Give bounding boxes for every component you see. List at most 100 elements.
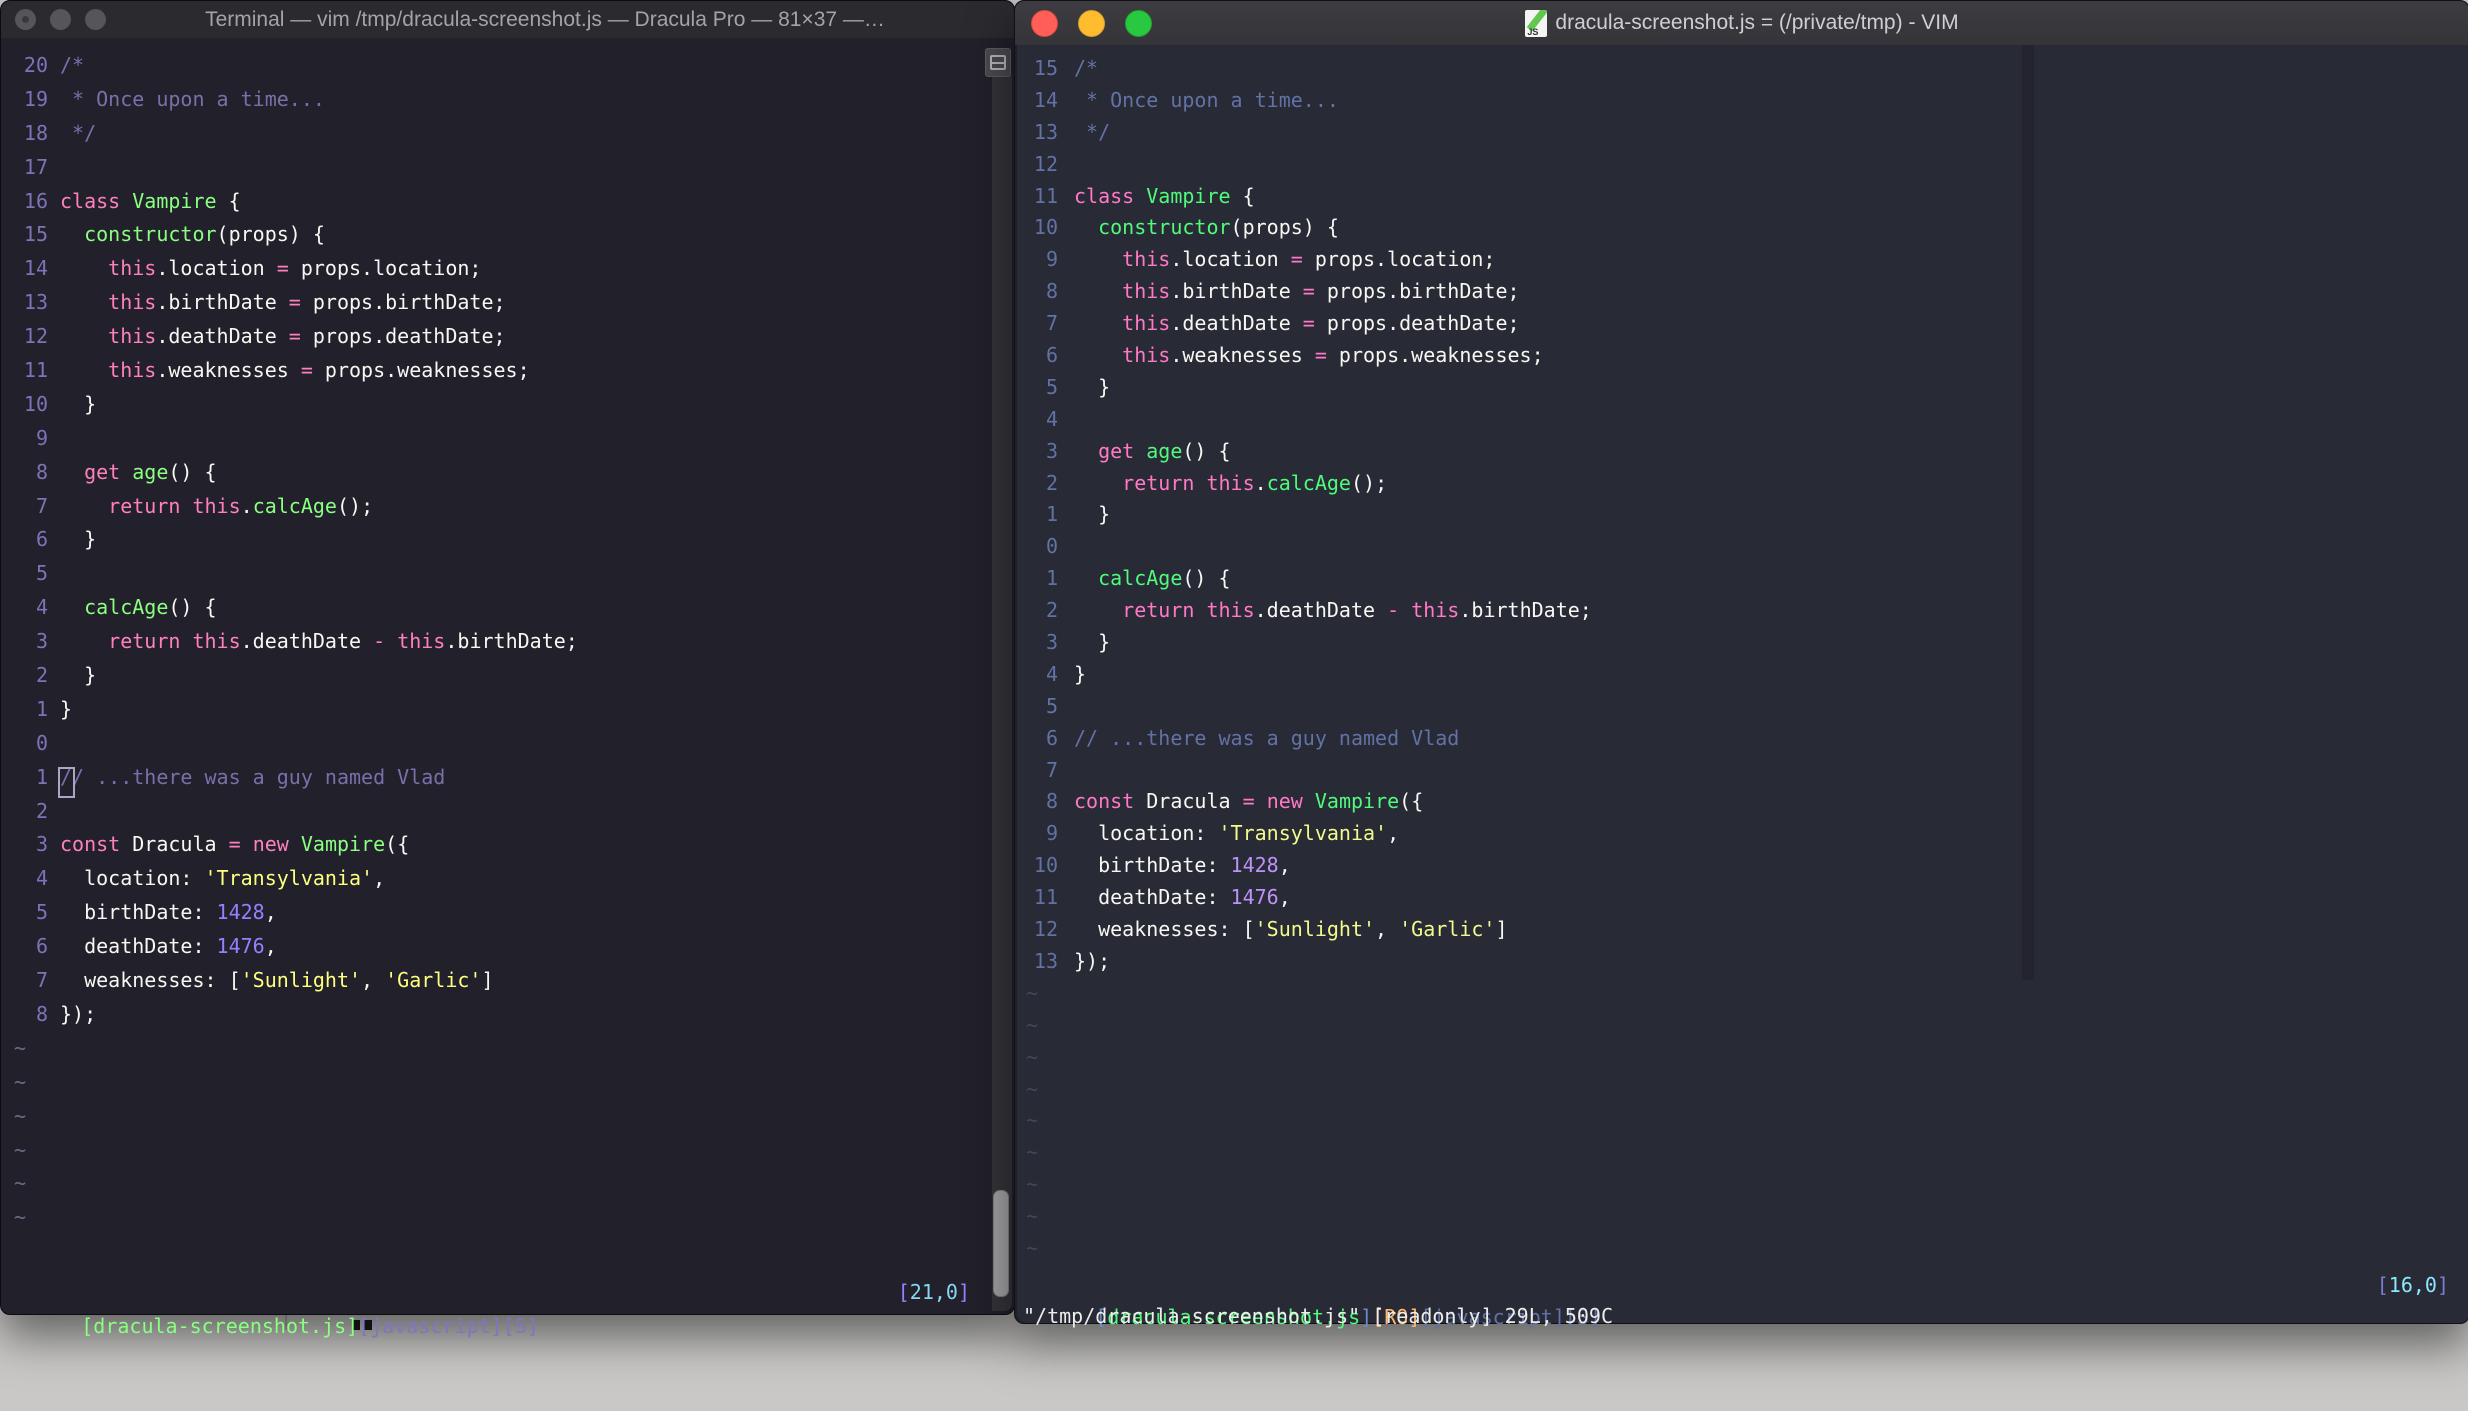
status-ruler: [16,0] (2377, 1269, 2449, 1301)
screen: { "tilde_char": "~", "palette_left": { "… (0, 0, 2468, 1338)
line-number: 4 (35, 866, 48, 891)
code-text: */ (60, 120, 97, 145)
tilde-line: ~ (1026, 1044, 1039, 1069)
code-text: return this.deathDate - this.birthDate; (1122, 598, 1592, 623)
line-number: 7 (35, 968, 48, 993)
code-line: 2 } (1, 659, 984, 693)
line-number: 11 (1033, 183, 1058, 208)
code-text: get age() { (84, 459, 217, 484)
line-number: 1 (1045, 566, 1058, 591)
line-number: 2 (1045, 598, 1058, 623)
line-number: 11 (23, 358, 48, 383)
code-line: 8 get age() { (1, 456, 984, 490)
minimize-button[interactable] (1078, 9, 1105, 37)
document-icon-label: JS (1527, 26, 1539, 37)
vim-statusline: [dracula-screenshot.js][javascript][S] [… (1, 1275, 994, 1338)
line-number: 20 (23, 53, 48, 77)
code-line: 4 calcAge() { (1, 591, 984, 625)
code-text: this.birthDate = props.birthDate; (108, 290, 506, 315)
code-line: 15 constructor(props) { (1, 218, 984, 252)
line-number: 4 (1045, 661, 1058, 686)
code-line: 2 return this.calcAge(); (1015, 468, 2465, 500)
line-number: 4 (1045, 406, 1058, 431)
tilde-line: ~ (1026, 1235, 1039, 1260)
code-text: } (1074, 374, 1111, 399)
line-number: 15 (23, 222, 48, 247)
line-number: 11 (1033, 885, 1058, 910)
code-line: 5 (1015, 691, 2465, 723)
code-line: 3 return this.deathDate - this.birthDate… (1, 625, 984, 659)
code-line: 3 const Dracula = new Vampire({ (1, 828, 984, 862)
code-line: 9 this.location = props.location; (1015, 244, 2465, 276)
line-number: 7 (1045, 757, 1058, 782)
code-text: calcAge() { (84, 595, 217, 620)
code-text: this.deathDate = props.deathDate; (1122, 311, 1520, 336)
line-number: 1 (1045, 502, 1058, 527)
line-number: 8 (1045, 279, 1058, 304)
zoom-button[interactable] (85, 9, 106, 30)
line-number: 5 (35, 900, 48, 925)
document-icon: JS (1525, 9, 1548, 37)
line-number: 10 (1033, 853, 1058, 878)
tilde-line: ~ (1026, 1140, 1039, 1165)
traffic-lights (1, 9, 106, 30)
code-line: 7 return this.calcAge(); (1, 490, 984, 524)
code-line: 14 this.location = props.location; (1, 252, 984, 286)
code-line: 12 this.deathDate = props.deathDate; (1, 320, 984, 354)
line-number: 4 (35, 595, 48, 620)
code-text: } (1074, 502, 1111, 527)
tilde-line: ~ (1026, 1108, 1039, 1133)
code-line: 9 (1, 422, 984, 456)
line-number: 3 (1045, 438, 1058, 463)
line-number: 7 (35, 493, 48, 518)
status-filetype: [javascript][S] (358, 1314, 539, 1338)
code-line: 0 (1, 727, 984, 761)
terminal-titlebar[interactable]: Terminal — vim /tmp/dracula-screenshot.j… (1, 1, 1014, 39)
line-number: 10 (23, 391, 48, 416)
code-text: } (60, 663, 97, 688)
scrollbar-track[interactable] (992, 75, 1012, 1311)
tilde-line: ~ (14, 1171, 27, 1196)
split-pane-button[interactable] (985, 48, 1011, 77)
ruler-bracket: [ (2376, 1273, 2389, 1297)
tilde-line: ~ (14, 1069, 27, 1094)
line-number: 17 (23, 154, 48, 179)
code-text: calcAge() { (1098, 566, 1231, 591)
code-line: 19 * Once upon a time... (1, 83, 984, 117)
code-text: birthDate: 1428, (1074, 853, 1291, 878)
tilde-line: ~ (14, 1205, 27, 1230)
code-line: 2 return this.deathDate - this.birthDate… (1015, 595, 2465, 627)
code-text: class Vampire { (1074, 183, 1255, 208)
line-number: 13 (23, 290, 48, 315)
code-text: get age() { (1098, 438, 1231, 463)
code-text: // ...there was a guy named Vlad (60, 764, 446, 789)
zoom-button[interactable] (1125, 9, 1152, 37)
line-number: 9 (1045, 821, 1058, 846)
text-rows: 20/* 19 * Once upon a time... 18 */17 16 cla… (1, 49, 984, 1235)
tilde-line: ~ (14, 1035, 27, 1060)
terminal-content: 20/* 19 * Once upon a time... 18 */17 16 cla… (1, 38, 1014, 1338)
code-line: 0 (1015, 531, 2465, 563)
code-text: const Dracula = new Vampire({ (60, 832, 410, 857)
line-number: 1 (35, 764, 48, 789)
line-number: 18 (23, 120, 48, 145)
code-text: this.birthDate = props.birthDate; (1122, 279, 1520, 304)
close-button[interactable] (1031, 9, 1058, 37)
line-number: 16 (23, 188, 48, 213)
macvim-titlebar[interactable]: JS dracula-screenshot.js = (/private/tmp… (1015, 1, 2468, 46)
code-text: return this.calcAge(); (1122, 470, 1388, 495)
macvim-content: 15/* 14 * Once upon a time... 13 */12 11 cla… (1015, 45, 2468, 1329)
code-line: 10 constructor(props) { (1015, 212, 2465, 244)
code-text: weaknesses: ['Sunlight', 'Garlic'] (1074, 917, 1508, 942)
line-number: 5 (1045, 374, 1058, 399)
scrollbar-thumb[interactable] (993, 1190, 1009, 1297)
code-line: 17 (1, 151, 984, 185)
text-rows: 15/* 14 * Once upon a time... 13 */12 11 cla… (1015, 53, 2465, 1265)
line-number: 3 (35, 832, 48, 857)
minimize-button[interactable] (50, 9, 71, 30)
code-line: 18 */ (1, 117, 984, 151)
code-text: */ (1074, 119, 1111, 144)
close-button[interactable] (15, 9, 36, 30)
tilde-line: ~ (1026, 1172, 1039, 1197)
ruler-value: 21,0 (909, 1280, 958, 1304)
